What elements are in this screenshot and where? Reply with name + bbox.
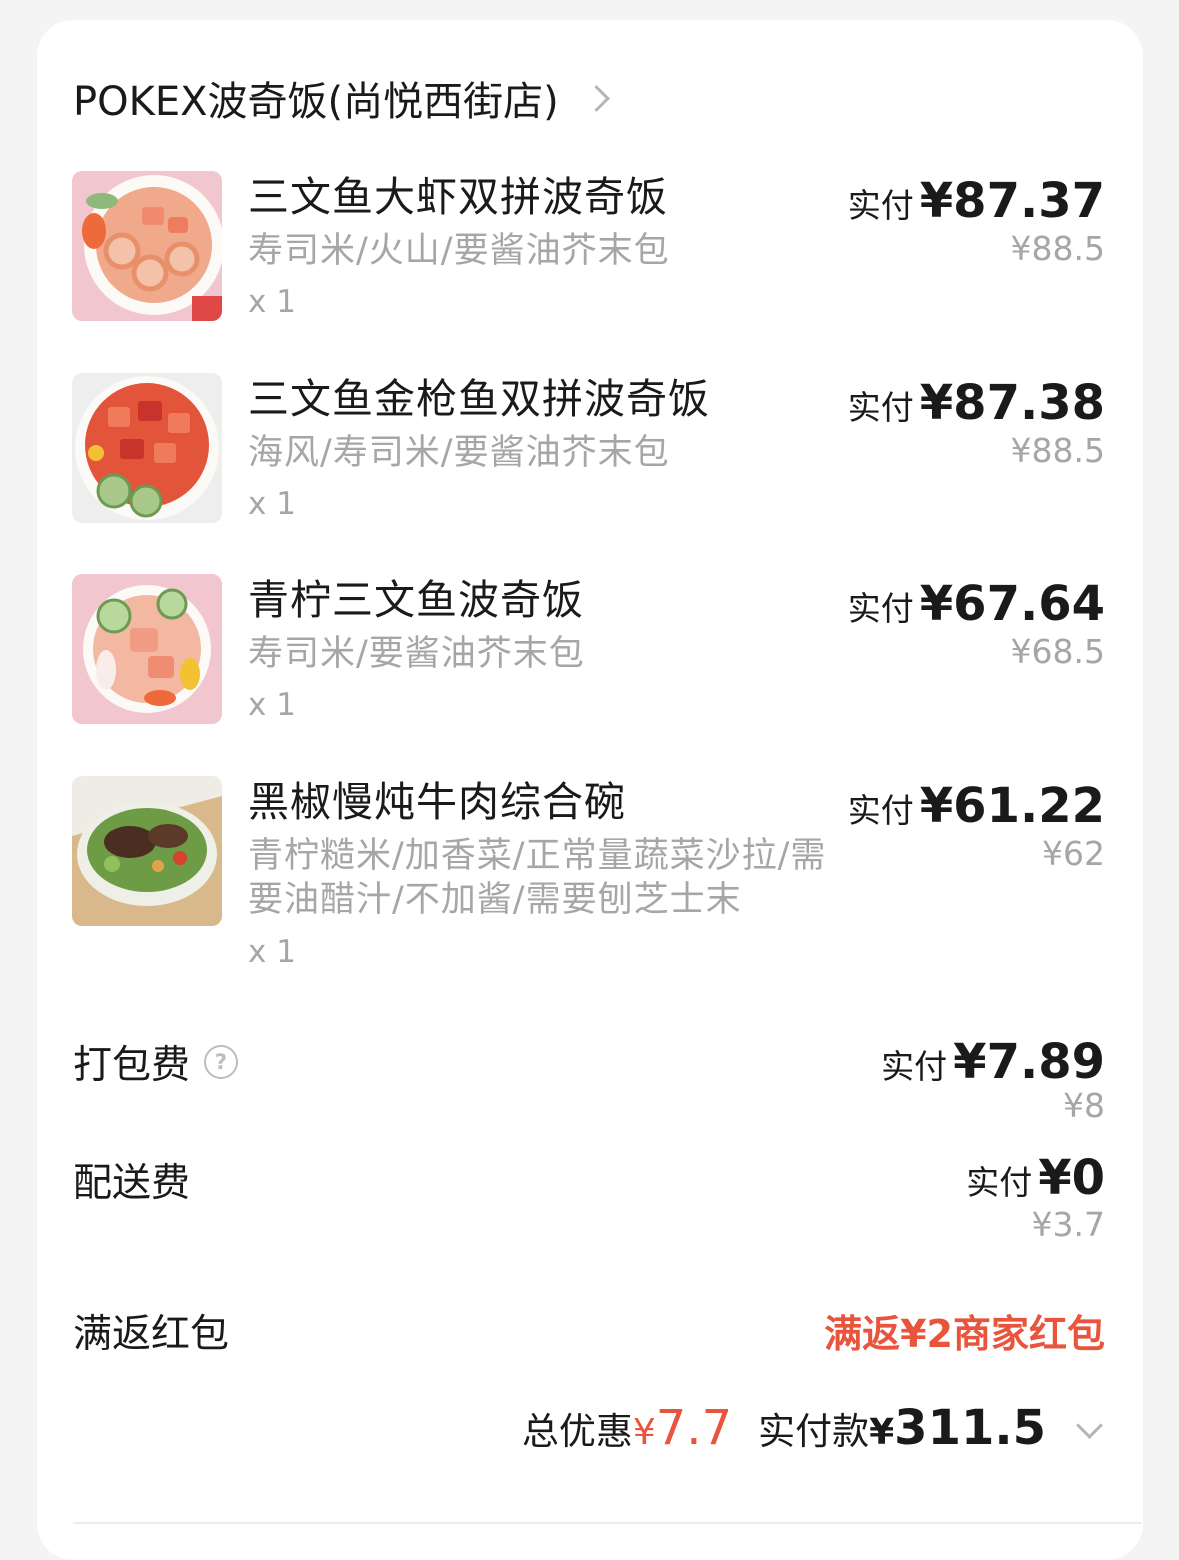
item-original-price: ¥88.5 [1010, 431, 1105, 470]
paid-label: 实付 [847, 186, 914, 225]
discount-currency: ¥ [632, 1412, 656, 1453]
delivery-fee-label: 配送费 [73, 1152, 190, 1208]
item-paid-price: 实付 ¥87.38 [848, 375, 1105, 431]
redpacket-text: 满返红包 [73, 1312, 230, 1357]
packing-fee-label: 打包费 ? [73, 1034, 239, 1090]
paid-amount: ¥67.64 [919, 576, 1105, 632]
paid-amount: ¥7.89 [953, 1034, 1105, 1090]
paid-currency: ¥ [869, 1412, 895, 1453]
item-quantity: x 1 [248, 687, 296, 723]
discount-value: 7.7 [655, 1400, 733, 1456]
divider [73, 1522, 1142, 1524]
item-paid-price: 实付 ¥87.37 [848, 173, 1105, 229]
delivery-fee-original: ¥3.7 [1031, 1205, 1105, 1244]
item-options: 寿司米/要酱油芥末包 [248, 634, 585, 674]
paid-label: 实付 [881, 1047, 948, 1086]
packing-fee-text: 打包费 [73, 1043, 191, 1088]
chevron-down-icon[interactable] [1076, 1411, 1103, 1439]
paid-total-label: 实付款 [758, 1410, 870, 1453]
paid-total-value: 311.5 [894, 1400, 1046, 1456]
item-name[interactable]: 青柠三文鱼波奇饭 [248, 574, 584, 626]
item-name[interactable]: 三文鱼大虾双拼波奇饭 [248, 171, 668, 223]
order-summary[interactable]: 总优惠 ¥7.7 实付款 ¥311.5 [521, 1400, 1103, 1464]
item-paid-price: 实付 ¥61.22 [848, 778, 1105, 834]
item-original-price: ¥68.5 [1010, 632, 1105, 671]
packing-fee-paid: 实付 ¥7.89 [881, 1034, 1105, 1090]
paid-label: 实付 [847, 589, 914, 628]
salmon-tuna-bowl-image [72, 373, 222, 523]
paid-label: 实付 [847, 791, 914, 830]
redpacket-label: 满返红包 [73, 1303, 229, 1359]
item-options: 寿司米/火山/要酱油芥末包 [248, 231, 670, 271]
redpacket-value: 满返¥2商家红包 [824, 1312, 1105, 1356]
store-header[interactable]: POKEX波奇饭(尚悦西街店) [73, 69, 610, 127]
paid-label: 实付 [847, 388, 914, 427]
paid-label: 实付 [966, 1163, 1033, 1202]
paid-amount: ¥0 [1038, 1150, 1105, 1206]
item-quantity: x 1 [248, 284, 296, 320]
item-quantity: x 1 [248, 486, 296, 522]
item-original-price: ¥88.5 [1010, 229, 1105, 268]
packing-fee-original: ¥8 [1063, 1086, 1105, 1125]
lime-salmon-bowl-image [72, 574, 222, 724]
paid-amount: ¥87.38 [919, 375, 1105, 431]
discount-label: 总优惠 [521, 1410, 633, 1453]
item-quantity: x 1 [248, 934, 296, 970]
item-name[interactable]: 三文鱼金枪鱼双拼波奇饭 [248, 373, 710, 425]
delivery-fee-paid: 实付 ¥0 [966, 1150, 1105, 1206]
beef-salad-bowl-image [72, 776, 222, 926]
paid-amount: ¥87.37 [919, 173, 1105, 229]
store-name[interactable]: POKEX波奇饭(尚悦西街店) [73, 69, 559, 127]
item-name[interactable]: 黑椒慢炖牛肉综合碗 [248, 776, 626, 828]
chevron-right-icon[interactable] [582, 84, 610, 112]
paid-total-amount: ¥311.5 [869, 1400, 1046, 1456]
item-original-price: ¥62 [1042, 834, 1105, 873]
item-paid-price: 实付 ¥67.64 [848, 576, 1105, 632]
item-options: 青柠糙米/加香菜/正常量蔬菜沙拉/需要油醋汁/不加酱/需要刨芝士末 [248, 836, 827, 920]
salmon-shrimp-bowl-image [72, 171, 222, 321]
question-circle-icon[interactable]: ? [204, 1045, 239, 1079]
delivery-fee-text: 配送费 [73, 1161, 191, 1206]
discount-amount: ¥7.7 [633, 1400, 732, 1456]
paid-amount: ¥61.22 [919, 778, 1105, 834]
item-options: 海风/寿司米/要酱油芥末包 [248, 433, 670, 473]
